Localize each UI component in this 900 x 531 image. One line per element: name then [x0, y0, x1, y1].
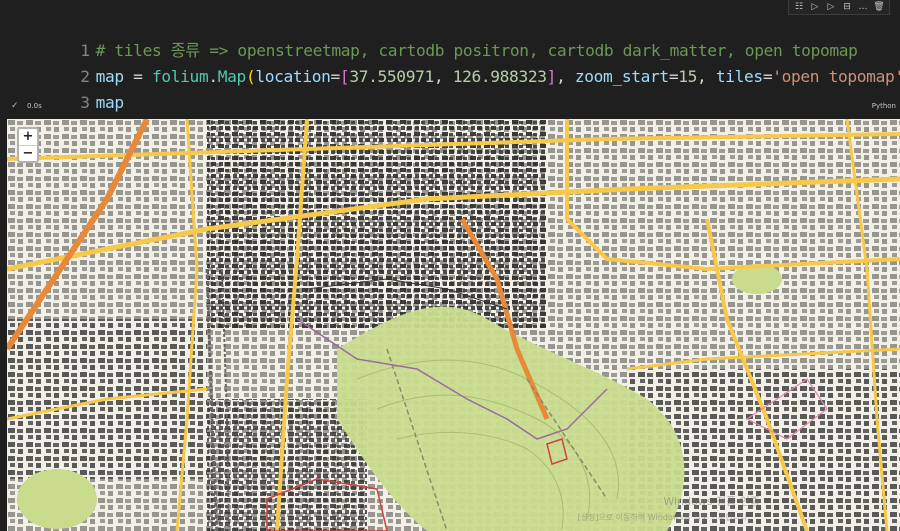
open-bracket: [ — [339, 67, 350, 86]
execution-time: 0.0s — [27, 102, 42, 110]
code-line-3: 3 map — [0, 64, 124, 112]
comma: , — [433, 67, 453, 86]
zoom-value: 15 — [678, 67, 698, 86]
latitude: 37.550971 — [349, 67, 434, 86]
cell-status: ✓ 0.0s Python — [0, 99, 900, 113]
zoom-in-button[interactable]: + — [19, 129, 37, 145]
activation-watermark: Windows 정품 인증 — [663, 495, 760, 508]
tiles-value: 'open topomap' — [772, 67, 900, 86]
map-tiles — [7, 119, 900, 531]
longitude: 126.988323 — [452, 67, 547, 86]
zoom-control: + − — [17, 127, 39, 163]
function-name: Map — [217, 67, 247, 86]
param-location: location — [255, 67, 331, 86]
param-zoom-start: zoom_start — [574, 67, 669, 86]
code-line-1: 1 # tiles 종류 => openstreetmap, cartodb po… — [0, 12, 858, 60]
param-tiles: tiles — [715, 67, 763, 86]
close-bracket: ] — [546, 67, 557, 86]
module-name: folium — [151, 67, 209, 86]
operator: = — [123, 67, 152, 86]
operator: = — [668, 67, 679, 86]
comma: , — [556, 67, 575, 86]
success-check-icon: ✓ — [11, 101, 19, 111]
operator: = — [330, 67, 341, 86]
map-output[interactable]: + − Windows 정품 인증 [설정]으로 이동하여 Windows를 정… — [7, 119, 900, 531]
open-paren: ( — [245, 67, 256, 86]
comma: , — [697, 67, 716, 86]
zoom-out-button[interactable]: − — [19, 146, 37, 162]
code-line-2: 2 map = folium.Map(location=[37.550971, 1… — [0, 38, 900, 86]
operator: = — [762, 67, 773, 86]
activation-watermark-sub: [설정]으로 이동하여 Windows를 정품 인증합니다. — [577, 513, 750, 522]
dot: . — [208, 67, 218, 86]
kernel-language[interactable]: Python — [872, 102, 896, 110]
code-editor[interactable]: 1 # tiles 종류 => openstreetmap, cartodb po… — [0, 10, 900, 112]
